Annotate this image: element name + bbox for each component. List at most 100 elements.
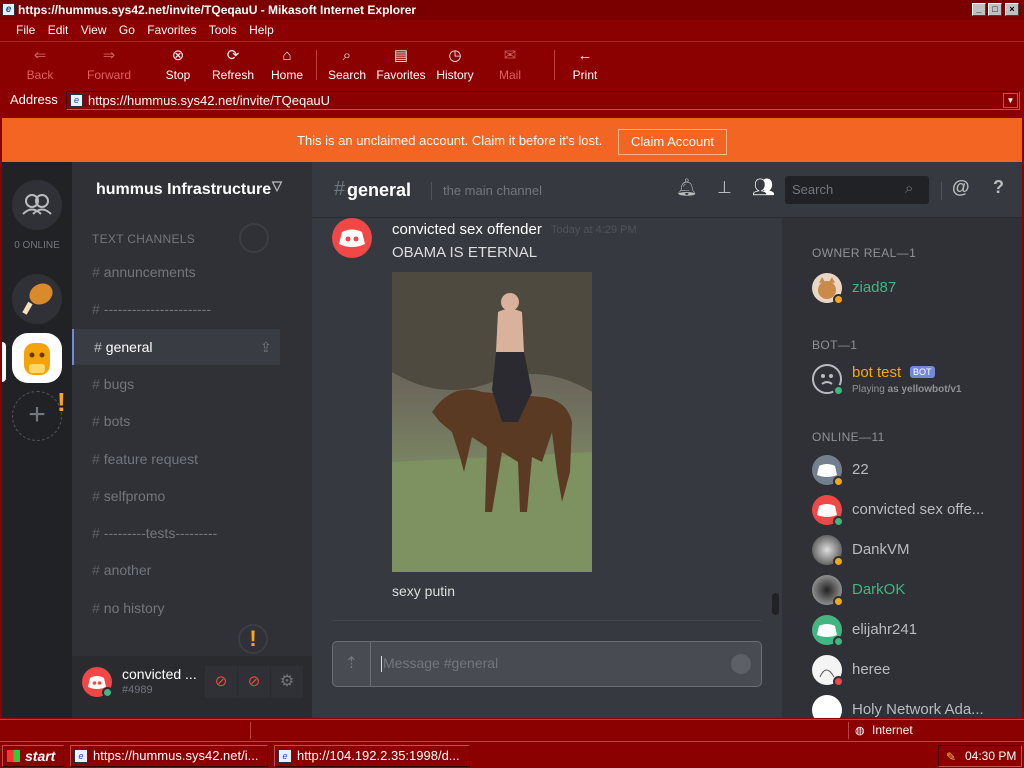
menu-go[interactable]: Go	[119, 23, 135, 37]
deafen-button[interactable]: ⊘	[238, 666, 270, 698]
back-button[interactable]: ⇐ Back	[12, 47, 68, 82]
status-divider	[250, 722, 251, 739]
menu-edit[interactable]: Edit	[48, 23, 69, 37]
favorites-button[interactable]: ▤ Favorites	[373, 47, 429, 82]
channel-category[interactable]: TEXT CHANNELS	[92, 232, 195, 246]
member-bot-test[interactable]: bot test BOT Playing as yellowbot/v1	[812, 364, 1012, 400]
muted-microphone-icon: ⊘	[214, 673, 228, 690]
channel-label: general	[105, 339, 153, 355]
back-label: Back	[26, 68, 54, 82]
history-label: History	[436, 68, 474, 82]
selected-server-indicator	[2, 342, 6, 382]
channel-label: no history	[103, 600, 165, 616]
scrollbar-thumb[interactable]	[772, 593, 779, 615]
channel-another[interactable]: # another	[72, 552, 280, 588]
message-author[interactable]: convicted sex offender	[392, 221, 542, 238]
status-idle	[833, 596, 844, 607]
address-url: https://hummus.sys42.net/invite/TQeqauU	[88, 93, 331, 108]
print-icon: ←	[577, 47, 593, 64]
member-name: DankVM	[852, 541, 910, 558]
task-label: http://104.192.2.35:1998/d...	[297, 748, 460, 763]
menu-view[interactable]: View	[81, 23, 107, 37]
close-button[interactable]: ×	[1005, 3, 1019, 16]
channel-selfpromo[interactable]: # selfpromo	[72, 478, 280, 514]
claim-account-button[interactable]: Claim Account	[618, 129, 727, 155]
taskbar: start e https://hummus.sys42.net/i... e ht…	[0, 741, 1024, 768]
mail-icon: ✉	[503, 47, 517, 64]
status-idle	[833, 294, 844, 305]
member-dankvm[interactable]: DankVM	[812, 535, 1012, 571]
taskbar-item[interactable]: e http://104.192.2.35:1998/d...	[274, 745, 470, 767]
plus-icon: +	[28, 398, 46, 431]
back-arrow-icon: ⇐	[33, 47, 47, 64]
member-elijahr241[interactable]: elijahr241	[812, 615, 1012, 651]
menu-tools[interactable]: Tools	[209, 23, 237, 37]
channel-feature-request[interactable]: # feature request	[72, 441, 280, 477]
status-online	[833, 385, 844, 396]
forward-button[interactable]: ⇒ Forward	[81, 47, 137, 82]
search-icon: ⌕	[905, 180, 914, 197]
channel-general[interactable]: # general ⇪	[72, 329, 280, 365]
server-header[interactable]: hummus Infrastructure ▽	[72, 162, 312, 218]
taskbar-item[interactable]: e https://hummus.sys42.net/i...	[70, 745, 268, 767]
emoji-icon[interactable]	[731, 654, 751, 674]
member-holy-network[interactable]: Holy Network Ada...	[812, 695, 1012, 718]
member-heree[interactable]: heree	[812, 655, 1012, 691]
address-dropdown-button[interactable]: ▼	[1003, 93, 1018, 108]
add-server-button[interactable]: +	[12, 391, 62, 441]
minimize-button[interactable]: _	[972, 3, 986, 16]
search-button[interactable]: ⌕ Search	[319, 47, 375, 82]
message-composer[interactable]: ⇡ Message #general	[332, 641, 762, 687]
refresh-button[interactable]: ⟳ Refresh	[205, 47, 261, 82]
home-button[interactable]: ⌂ Home	[259, 47, 315, 82]
channel-bots[interactable]: # bots	[72, 403, 280, 439]
invite-icon[interactable]: ⇪	[260, 329, 272, 365]
mail-button[interactable]: ✉ Mail	[482, 47, 538, 82]
pin-icon[interactable]: ⊥	[717, 178, 732, 198]
chicken-leg-icon	[22, 283, 53, 315]
channel-no-history[interactable]: # no history	[72, 590, 280, 626]
bell-icon[interactable]: 🔔︎	[676, 178, 698, 198]
help-icon[interactable]: ?	[993, 177, 1004, 198]
history-button[interactable]: ◷ History	[427, 47, 483, 82]
member-ziad87[interactable]: ziad87	[812, 273, 1012, 309]
message-input[interactable]: Message #general	[383, 655, 498, 671]
members-icon[interactable]: 👥︎	[752, 177, 775, 198]
search-input[interactable]: Search ⌕	[785, 176, 929, 204]
channel-separator-1[interactable]: # -----------------------	[72, 291, 280, 327]
channel-bugs[interactable]: # bugs	[72, 366, 280, 402]
member-22[interactable]: 22	[812, 455, 1012, 491]
server-icon-hummus[interactable]	[12, 333, 62, 383]
tray-icon[interactable]: ✎	[946, 747, 956, 767]
channel-label: -----------------------	[103, 301, 212, 317]
avatar[interactable]	[82, 667, 113, 698]
attached-image[interactable]	[392, 272, 592, 572]
server-icon-chicken[interactable]	[12, 274, 62, 324]
task-label: https://hummus.sys42.net/i...	[93, 748, 259, 763]
menu-help[interactable]: Help	[249, 23, 274, 37]
mute-button[interactable]: ⊘	[205, 666, 237, 698]
mentions-icon[interactable]: @	[952, 177, 970, 198]
mail-label: Mail	[498, 68, 521, 82]
user-panel: convicted ... #4989 ⊘ ⊘ ⚙	[72, 656, 312, 718]
maximize-button[interactable]: □	[988, 3, 1002, 16]
discord-logo-icon	[339, 229, 365, 247]
ie-logo-icon: e	[278, 749, 292, 763]
channel-annuncements[interactable]: # annuncements	[72, 254, 280, 290]
avatar[interactable]	[332, 218, 372, 258]
settings-button[interactable]: ⚙	[271, 666, 303, 698]
print-button[interactable]: ← Print	[557, 47, 613, 82]
friends-button[interactable]	[12, 180, 62, 230]
status-idle	[833, 556, 844, 567]
member-darkok[interactable]: DarkOK	[812, 575, 1012, 611]
stop-button[interactable]: ⊗ Stop	[150, 47, 206, 82]
upload-icon: ⇡	[344, 655, 359, 672]
address-input[interactable]: e https://hummus.sys42.net/invite/TQeqau…	[66, 91, 1020, 110]
upload-button[interactable]: ⇡	[333, 642, 371, 686]
member-group-header: OWNER REAL—1	[812, 246, 917, 260]
member-convicted[interactable]: convicted sex offe...	[812, 495, 1012, 531]
start-button[interactable]: start	[2, 745, 64, 767]
menu-favorites[interactable]: Favorites	[147, 23, 196, 37]
menu-file[interactable]: File	[16, 23, 35, 37]
channel-tests[interactable]: # ---------tests---------	[72, 515, 280, 551]
